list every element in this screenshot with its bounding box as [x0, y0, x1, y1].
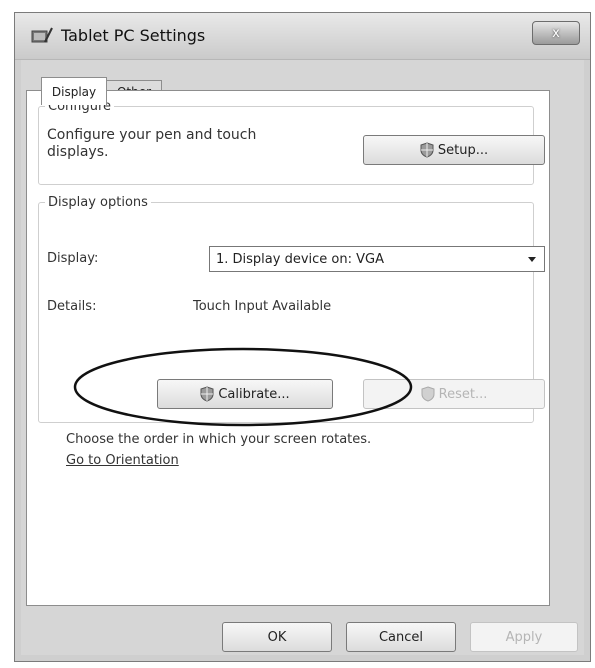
- go-to-orientation-link[interactable]: Go to Orientation: [66, 453, 179, 468]
- orientation-description: Choose the order in which your screen ro…: [66, 432, 372, 447]
- close-icon: x: [552, 25, 560, 41]
- highlight-ellipse: [73, 347, 413, 427]
- uac-shield-icon: [421, 386, 435, 402]
- ok-button[interactable]: OK: [222, 622, 332, 652]
- title-bar[interactable]: Tablet PC Settings x: [15, 13, 590, 60]
- details-label: Details:: [47, 299, 97, 314]
- reset-button-label: Reset...: [438, 386, 488, 402]
- details-value: Touch Input Available: [193, 299, 332, 314]
- apply-button[interactable]: Apply: [470, 622, 578, 652]
- cancel-button-label: Cancel: [378, 629, 424, 645]
- setup-button[interactable]: Setup...: [363, 135, 545, 165]
- display-select-value: 1. Display device on: VGA: [216, 251, 384, 267]
- chevron-down-icon: [528, 257, 536, 262]
- uac-shield-icon: [420, 142, 434, 158]
- configure-description: Configure your pen and touch displays.: [47, 127, 257, 160]
- tablet-pc-settings-icon: [31, 27, 53, 43]
- tab-display[interactable]: Display: [41, 77, 107, 105]
- close-button[interactable]: x: [532, 21, 580, 45]
- window-title: Tablet PC Settings: [61, 26, 206, 45]
- apply-button-label: Apply: [505, 629, 543, 645]
- tab-display-label: Display: [51, 84, 97, 99]
- display-label: Display:: [47, 251, 99, 266]
- display-options-legend: Display options: [48, 195, 148, 210]
- ok-button-label: OK: [267, 629, 287, 645]
- display-select[interactable]: 1. Display device on: VGA: [209, 246, 545, 272]
- cancel-button[interactable]: Cancel: [346, 622, 456, 652]
- setup-button-label: Setup...: [437, 142, 489, 158]
